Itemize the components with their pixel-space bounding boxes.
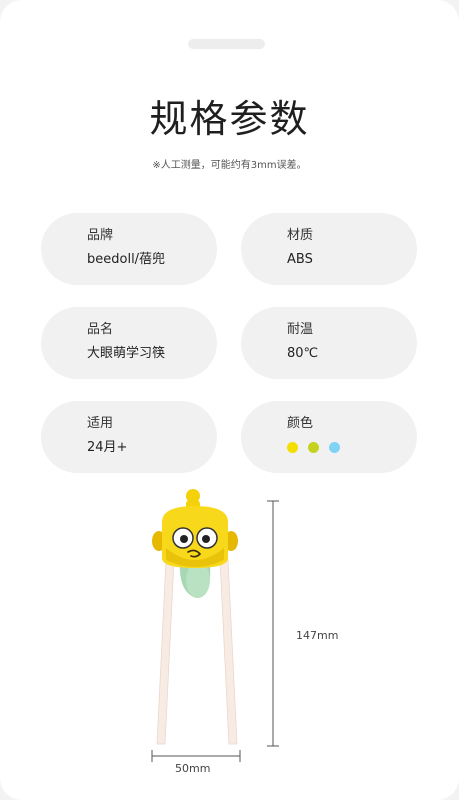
left-chopstick — [156, 559, 175, 745]
right-chopstick — [219, 559, 238, 745]
spec-card: 规格参数 ※人工测量，可能约有3mm误差。 品牌 beedoll/蓓兜 材质 A… — [0, 0, 459, 800]
height-label: 147mm — [296, 629, 339, 642]
chopsticks-illustration — [151, 489, 279, 762]
width-label: 50mm — [175, 762, 211, 775]
